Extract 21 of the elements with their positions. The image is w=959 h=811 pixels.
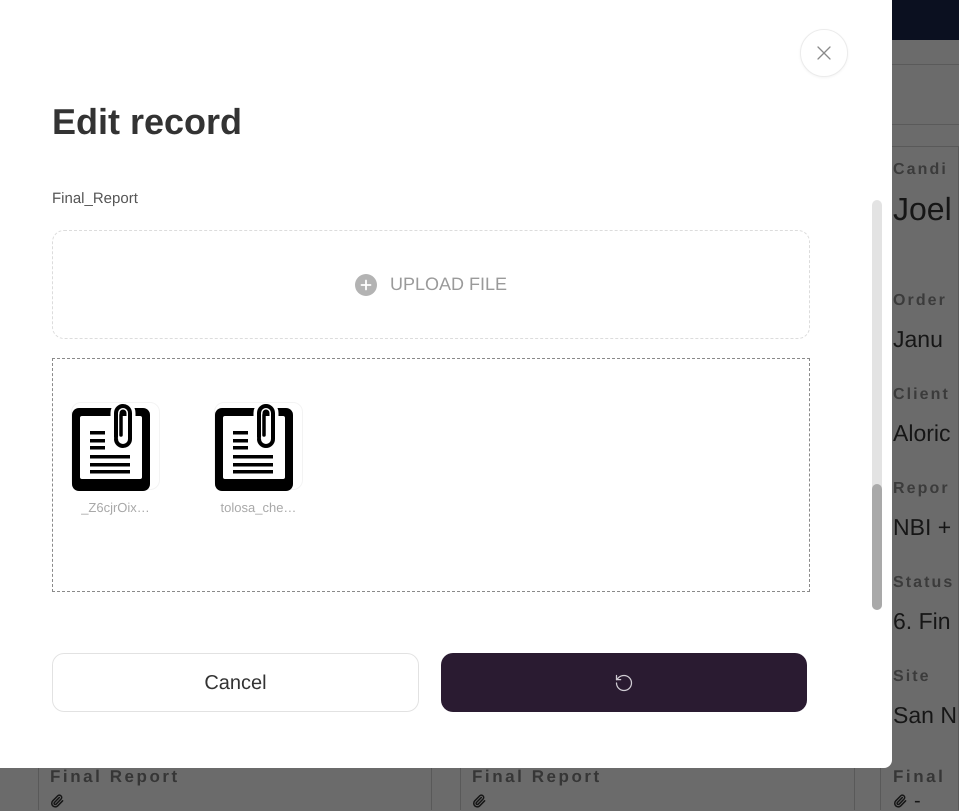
document-paperclip-icon: [215, 403, 293, 491]
attachment-value: -: [914, 794, 921, 808]
detail-value: San N: [893, 701, 957, 730]
file-name: tolosa_che…: [220, 500, 296, 516]
cancel-button[interactable]: Cancel: [52, 653, 419, 712]
paperclip-icon[interactable]: [472, 794, 486, 808]
field-label: Final_Report: [52, 190, 138, 207]
file-name: _Z6cjrOix…: [81, 500, 150, 516]
detail-value: Aloric: [893, 419, 951, 448]
file-thumbnail[interactable]: [71, 402, 160, 490]
scrollbar-thumb[interactable]: [872, 484, 882, 610]
paperclip-icon[interactable]: [50, 794, 64, 808]
plus-icon: [354, 274, 377, 296]
detail-value: Janu: [893, 325, 943, 354]
detail-value: 6. Fin: [893, 607, 951, 636]
candidate-name: Joel: [893, 191, 952, 227]
detail-value: NBI +: [893, 513, 952, 542]
dialog-title: Edit record: [52, 100, 242, 144]
file-thumbnail[interactable]: [214, 402, 303, 490]
paperclip-icon[interactable]: [893, 794, 907, 808]
document-paperclip-icon: [72, 403, 150, 491]
